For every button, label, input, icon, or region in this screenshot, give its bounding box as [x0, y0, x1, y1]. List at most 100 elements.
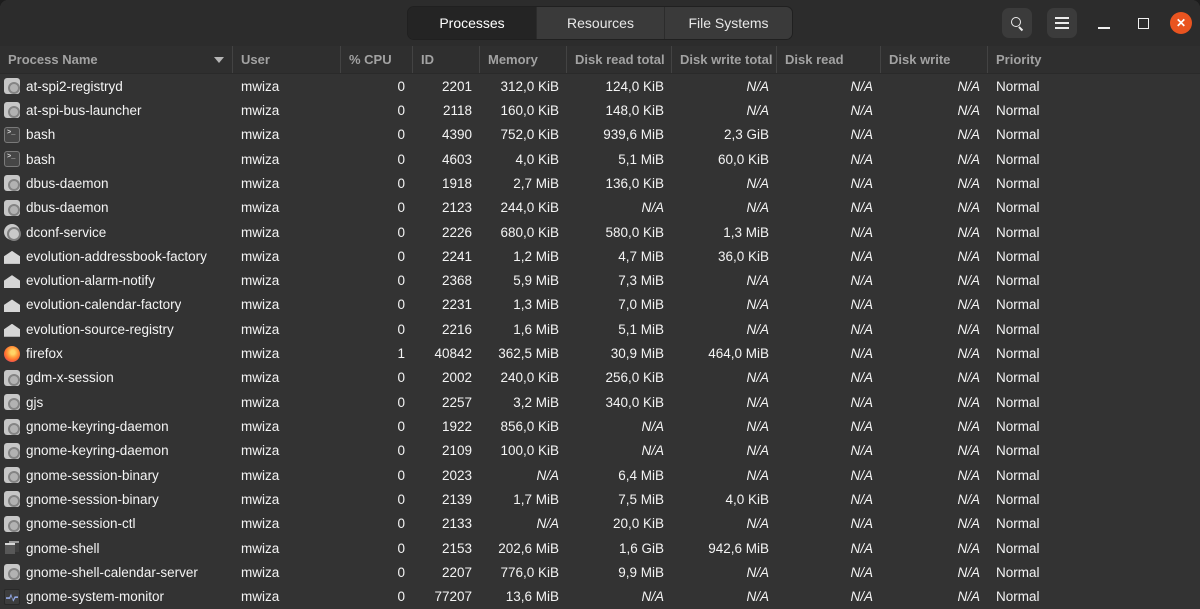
cell-priority: Normal	[996, 467, 1040, 483]
cell-disk_read: N/A	[850, 419, 873, 435]
cell-memory: 13,6 MiB	[505, 589, 559, 605]
maximize-button[interactable]	[1131, 8, 1155, 38]
cell-cpu: 0	[397, 467, 405, 483]
process-row[interactable]: gnome-session-binary mwiza 0 2023 N/A 6,4 MiB…	[0, 463, 1200, 487]
column-header-disk_write_total[interactable]: Disk write total	[672, 46, 777, 73]
process-row[interactable]: gnome-keyring-daemon mwiza 0 2109 100,0 KiB N…	[0, 439, 1200, 463]
cell-id: 1918	[441, 175, 472, 191]
cell-cpu: 0	[397, 321, 405, 337]
cell-disk_write_total: N/A	[746, 589, 769, 605]
process-name: gnome-shell	[26, 540, 100, 556]
cell-cpu: 0	[397, 516, 405, 532]
column-header-disk_read[interactable]: Disk read	[777, 46, 881, 73]
process-row[interactable]: gnome-shell-calendar-server mwiza 0 2207 776…	[0, 560, 1200, 584]
cell-priority: Normal	[996, 540, 1040, 556]
application-icon	[4, 442, 20, 459]
column-header-priority[interactable]: Priority	[988, 46, 1200, 73]
process-row[interactable]: at-spi2-registryd mwiza 0 2201 312,0 KiB 124,…	[0, 74, 1200, 98]
process-row[interactable]: evolution-calendar-factory mwiza 0 2231 1,3 …	[0, 293, 1200, 317]
column-header-disk_read_total[interactable]: Disk read total	[567, 46, 672, 73]
cell-cpu: 0	[397, 540, 405, 556]
tab-processes[interactable]: Processes	[408, 7, 536, 39]
cell-disk_read_total: 7,3 MiB	[618, 273, 664, 289]
cell-cpu: 0	[397, 589, 405, 605]
tab-resources[interactable]: Resources	[536, 7, 664, 39]
process-name-cell: evolution-addressbook-factory	[0, 244, 233, 268]
column-header-name[interactable]: Process Name	[0, 46, 233, 73]
close-button[interactable]: ✕	[1170, 12, 1192, 34]
application-icon	[4, 491, 20, 508]
minimize-button[interactable]	[1092, 8, 1116, 38]
cell-disk_write: N/A	[957, 248, 980, 264]
menu-button[interactable]	[1047, 8, 1077, 38]
process-row[interactable]: gdm-x-session mwiza 0 2002 240,0 KiB 256,0 Ki…	[0, 366, 1200, 390]
column-header-memory[interactable]: Memory	[480, 46, 567, 73]
cell-disk_write: N/A	[957, 564, 980, 580]
cell-id: 2023	[441, 467, 472, 483]
envelope-icon	[4, 299, 20, 313]
cell-disk_read: N/A	[850, 370, 873, 386]
process-row[interactable]: evolution-alarm-notify mwiza 0 2368 5,9 MiB 7…	[0, 269, 1200, 293]
cell-disk_write: N/A	[957, 394, 980, 410]
process-name: dbus-daemon	[26, 200, 109, 216]
cell-memory: 4,0 KiB	[515, 151, 559, 167]
process-row[interactable]: gnome-system-monitor mwiza 0 77207 13,6 MiB N…	[0, 585, 1200, 609]
process-row[interactable]: evolution-addressbook-factory mwiza 0 2241 1…	[0, 244, 1200, 268]
cell-priority: Normal	[996, 78, 1040, 94]
process-row[interactable]: firefox mwiza 1 40842 362,5 MiB 30,9 MiB 464,0…	[0, 341, 1200, 365]
cell-id: 2002	[441, 370, 472, 386]
maximize-icon	[1137, 17, 1149, 29]
process-name: gnome-keyring-daemon	[26, 443, 169, 459]
table-header: Process Name User % CPU ID Memory Disk read t…	[0, 46, 1200, 74]
cell-id: 77207	[434, 589, 472, 605]
cell-disk_read: N/A	[850, 200, 873, 216]
column-header-id[interactable]: ID	[413, 46, 480, 73]
process-row[interactable]: gnome-session-ctl mwiza 0 2133 N/A 20,0 KiB N/…	[0, 512, 1200, 536]
application-icon	[4, 78, 20, 95]
cell-disk_write_total: N/A	[746, 443, 769, 459]
cell-user: mwiza	[241, 394, 280, 410]
tab-file-systems[interactable]: File Systems	[664, 7, 792, 39]
cell-user: mwiza	[241, 175, 280, 191]
process-row[interactable]: at-spi-bus-launcher mwiza 0 2118 160,0 KiB 14…	[0, 98, 1200, 122]
cell-cpu: 0	[397, 248, 405, 264]
column-header-cpu[interactable]: % CPU	[341, 46, 413, 73]
cell-id: 1922	[441, 419, 472, 435]
process-row[interactable]: bash mwiza 0 4390 752,0 KiB 939,6 MiB 2,3 GiB N…	[0, 123, 1200, 147]
process-name: gjs	[26, 394, 44, 410]
process-row[interactable]: bash mwiza 0 4603 4,0 KiB 5,1 MiB 60,0 KiB N/A N…	[0, 147, 1200, 171]
process-row[interactable]: evolution-source-registry mwiza 0 2216 1,6 M…	[0, 317, 1200, 341]
cell-disk_read_total: 9,9 MiB	[618, 564, 664, 580]
process-row[interactable]: gjs mwiza 0 2257 3,2 MiB 340,0 KiB N/A N/A N/A No…	[0, 390, 1200, 414]
column-header-label: ID	[421, 52, 434, 67]
cell-priority: Normal	[996, 394, 1040, 410]
cell-memory: 856,0 KiB	[500, 419, 559, 435]
process-row[interactable]: dbus-daemon mwiza 0 1918 2,7 MiB 136,0 KiB N/A…	[0, 171, 1200, 195]
process-name-cell: gnome-system-monitor	[0, 585, 233, 609]
cell-id: 2201	[441, 78, 472, 94]
process-name: gnome-session-ctl	[26, 516, 136, 532]
cell-user: mwiza	[241, 467, 280, 483]
column-header-user[interactable]: User	[233, 46, 341, 73]
cell-disk_write_total: N/A	[746, 78, 769, 94]
cell-id: 2123	[441, 200, 472, 216]
process-row[interactable]: gnome-session-binary mwiza 0 2139 1,7 MiB 7,5…	[0, 487, 1200, 511]
process-row[interactable]: dconf-service mwiza 0 2226 680,0 KiB 580,0 Ki…	[0, 220, 1200, 244]
cell-disk_write_total: N/A	[746, 419, 769, 435]
cell-disk_write: N/A	[957, 491, 980, 507]
process-row[interactable]: gnome-shell mwiza 0 2153 202,6 MiB 1,6 GiB 942…	[0, 536, 1200, 560]
cell-memory: 1,6 MiB	[513, 321, 559, 337]
cell-disk_read_total: 340,0 KiB	[605, 394, 664, 410]
search-button[interactable]	[1002, 8, 1032, 38]
cell-disk_write: N/A	[957, 321, 980, 337]
process-row[interactable]: dbus-daemon mwiza 0 2123 244,0 KiB N/A N/A N/A N…	[0, 196, 1200, 220]
cell-priority: Normal	[996, 175, 1040, 191]
window-controls: ✕	[1002, 0, 1192, 46]
monitor-icon	[4, 588, 20, 605]
cell-priority: Normal	[996, 443, 1040, 459]
application-icon	[4, 199, 20, 216]
column-header-label: Disk read total	[575, 52, 665, 67]
process-row[interactable]: gnome-keyring-daemon mwiza 0 1922 856,0 KiB N…	[0, 414, 1200, 438]
column-header-disk_write[interactable]: Disk write	[881, 46, 988, 73]
cell-disk_read: N/A	[850, 102, 873, 118]
